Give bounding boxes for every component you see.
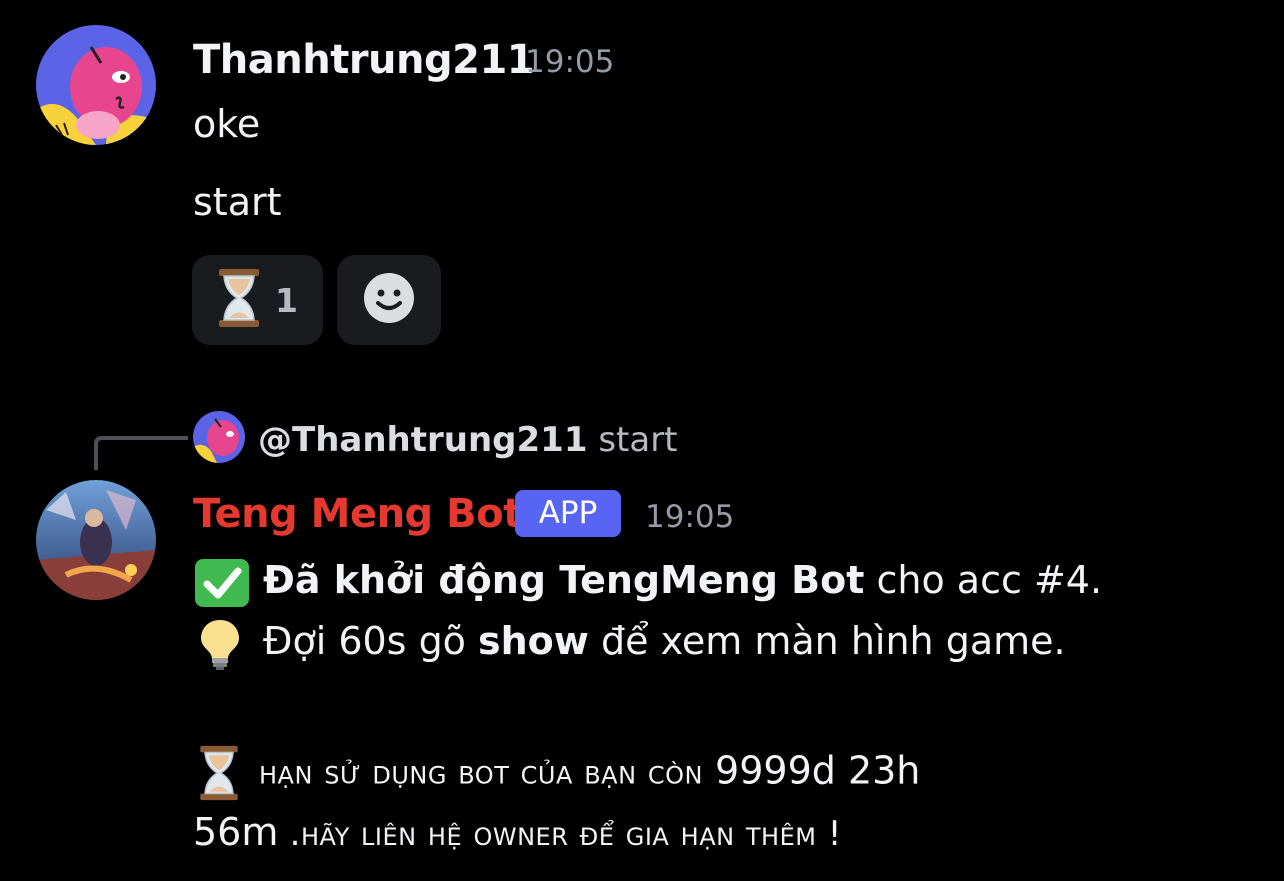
message-timestamp[interactable]: 19:05: [645, 497, 734, 537]
app-badge: APP: [515, 490, 621, 537]
bot-line-3-number: 9999d 23h: [702, 748, 921, 793]
hourglass-icon: [197, 744, 241, 802]
reply-snippet: start: [598, 420, 678, 460]
message-author[interactable]: Thanhtrung211: [193, 36, 535, 84]
reply-preview[interactable]: @Thanhtrung211 start: [258, 418, 678, 462]
bot-line-2: Đợi 60s gõ show để xem màn hình game.: [193, 617, 1066, 670]
light-bulb-icon: [199, 618, 241, 670]
bot-line-1-bold: Đã khởi động TengMeng Bot: [263, 558, 865, 602]
message-timestamp[interactable]: 19:05: [525, 42, 614, 82]
reply-spine: [94, 436, 188, 470]
bot-line-2-bold: show: [478, 619, 589, 663]
bot-line-2-pre: Đợi 60s gõ: [263, 619, 479, 663]
hourglass-icon: [217, 267, 261, 333]
bot-avatar-image: [36, 480, 156, 600]
user-avatar[interactable]: [36, 25, 156, 145]
bot-line-3-smallcaps: hạn sử dụng bot của bạn còn: [259, 752, 703, 793]
bot-line-1-rest: cho acc #4.: [864, 558, 1103, 602]
smiley-icon: [363, 272, 415, 328]
bot-line-4: 56m .hãy liên hệ owner để gia hạn thêm !: [193, 808, 842, 858]
reaction-count: 1: [275, 280, 298, 320]
add-reaction-button[interactable]: [337, 255, 441, 345]
bot-line-3: hạn sử dụng bot của bạn còn 9999d 23h: [193, 744, 920, 802]
reply-avatar[interactable]: [193, 411, 245, 463]
user-avatar-image: [36, 25, 156, 145]
check-mark-icon: [193, 558, 251, 608]
bot-line-4-number: 56m: [193, 810, 279, 854]
message-line: start: [193, 180, 282, 224]
bot-line-2-post: để xem màn hình game.: [588, 619, 1066, 663]
bot-line-4-smallcaps: .hãy liên hệ owner để gia hạn thêm !: [278, 814, 842, 854]
reaction-hourglass[interactable]: 1: [192, 255, 323, 345]
reply-mention[interactable]: @Thanhtrung211: [258, 420, 588, 460]
bot-avatar[interactable]: [36, 480, 156, 600]
message-author[interactable]: Teng Meng Bot: [193, 490, 522, 538]
bot-line-1: Đã khởi động TengMeng Bot cho acc #4.: [193, 556, 1102, 608]
message-line: oke: [193, 102, 261, 146]
